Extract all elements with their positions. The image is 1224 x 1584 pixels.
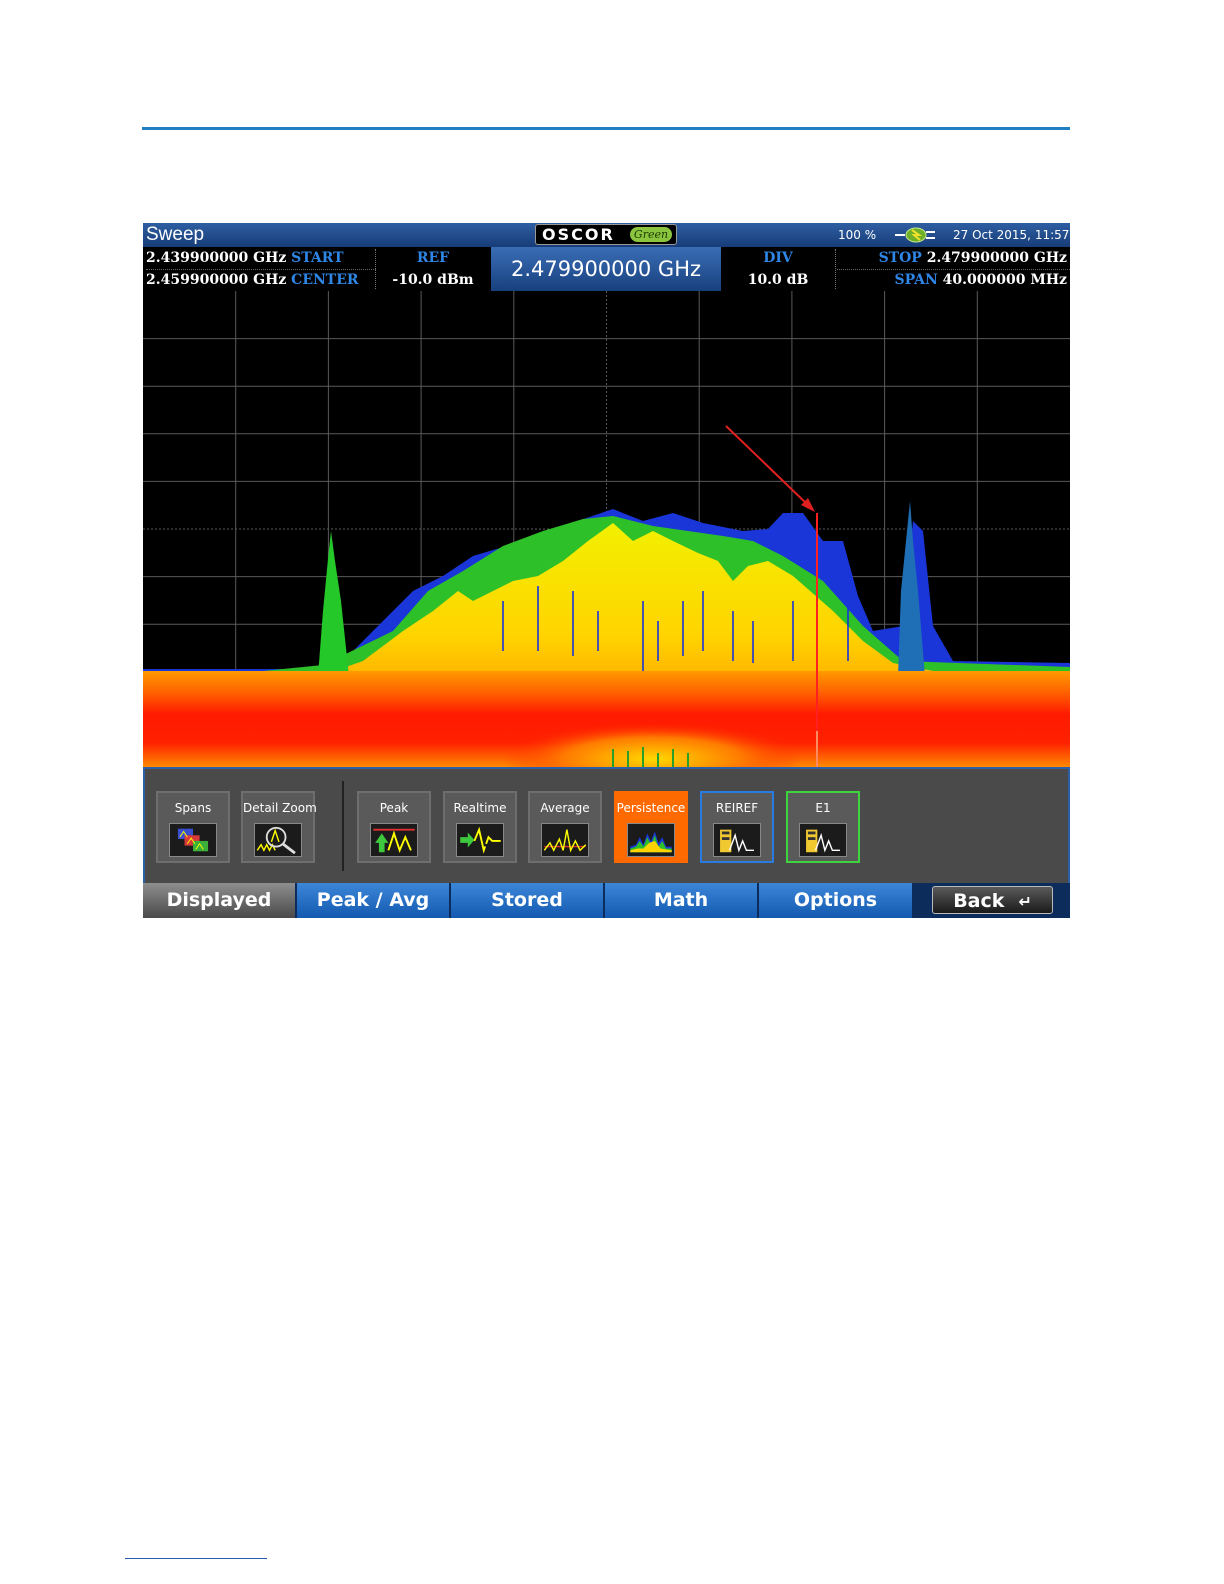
stored-trace-icon [713, 823, 761, 857]
spans-label: Spans [174, 801, 212, 815]
span-label: SPAN [894, 272, 938, 288]
tab-peak-avg[interactable]: Peak / Avg [297, 883, 451, 918]
logo-green-badge: Green [630, 227, 672, 242]
battery-level: 100 % [838, 228, 877, 242]
stored-trace-icon [799, 823, 847, 857]
date-time: 27 Oct 2015, 11:57 [953, 228, 1070, 242]
power-plug-icon [895, 227, 935, 243]
analyzer-screen: Sweep OSCOR Green 100 % 27 Oct 2015, 11:… [143, 223, 1070, 918]
spans-icon [169, 823, 217, 857]
average-trace-icon [541, 823, 589, 857]
logo-wordmark: OSCOR [542, 225, 615, 244]
e1-label: E1 [815, 801, 831, 815]
annotation-arrow [725, 425, 815, 512]
magnifier-icon [254, 823, 302, 857]
tab-options[interactable]: Options [759, 883, 914, 918]
reiref-button[interactable]: REIREF [700, 791, 774, 863]
stop-value: 2.479900000 GHz [926, 250, 1067, 266]
center-label: CENTER [291, 272, 359, 288]
stop-span-panel[interactable]: STOP 2.479900000 GHz SPAN 40.000000 MHz [837, 247, 1070, 291]
signal-spike-left [318, 531, 349, 676]
realtime-button[interactable]: Realtime [443, 791, 517, 863]
realtime-label: Realtime [453, 801, 507, 815]
div-value: 10.0 dB [747, 272, 809, 288]
persistence-label: Persistence [616, 801, 686, 815]
start-label: START [291, 250, 344, 266]
frequency-info-bar: 2.439900000 GHz START 2.459900000 GHz CE… [143, 247, 1070, 291]
start-value: 2.439900000 GHz [146, 250, 287, 266]
span-value: 40.000000 MHz [942, 272, 1067, 288]
persistence-icon [627, 823, 675, 857]
tab-displayed[interactable]: Displayed [143, 883, 297, 918]
mode-title: Sweep [146, 224, 205, 245]
page-header-rule [142, 127, 1070, 130]
peak-label: Peak [379, 801, 409, 815]
persistence-button[interactable]: Persistence [614, 791, 688, 863]
division-panel[interactable]: DIV 10.0 dB [723, 247, 833, 291]
center-value: 2.459900000 GHz [146, 272, 287, 288]
ref-label: REF [416, 250, 450, 266]
detail-zoom-label: Detail Zoom [243, 801, 317, 815]
detail-zoom-button[interactable]: Detail Zoom [241, 791, 317, 863]
spectrum-svg [143, 291, 1070, 767]
peak-button[interactable]: Peak [357, 791, 431, 863]
reference-level-panel[interactable]: REF -10.0 dBm [377, 247, 489, 291]
oscor-logo: OSCOR Green [535, 224, 677, 245]
tab-math[interactable]: Math [605, 883, 759, 918]
back-label: Back [953, 890, 1005, 912]
e1-button[interactable]: E1 [786, 791, 860, 863]
div-label: DIV [763, 250, 793, 266]
marker-frequency-readout[interactable]: 2.479900000 GHz [491, 247, 721, 291]
spans-button[interactable]: Spans [156, 791, 230, 863]
average-label: Average [540, 801, 590, 815]
title-bar: Sweep OSCOR Green 100 % 27 Oct 2015, 11:… [143, 223, 1070, 247]
ref-value: -10.0 dBm [392, 272, 474, 288]
spectrum-display[interactable] [143, 291, 1070, 767]
return-icon: ↵ [1018, 892, 1032, 911]
average-button[interactable]: Average [528, 791, 602, 863]
footnote-rule [125, 1558, 267, 1559]
reiref-label: REIREF [715, 801, 759, 815]
tab-stored[interactable]: Stored [451, 883, 605, 918]
toolbar-divider [342, 781, 344, 871]
realtime-trace-icon [456, 823, 504, 857]
bottom-tab-bar: Displayed Peak / Avg Stored Math Options… [143, 883, 1070, 918]
stop-label: STOP [878, 250, 922, 266]
start-center-panel[interactable]: 2.439900000 GHz START 2.459900000 GHz CE… [146, 247, 376, 291]
peak-trace-icon [370, 823, 418, 857]
back-button[interactable]: Back ↵ [932, 886, 1053, 914]
trace-toolbar: Spans Detail Zoom Peak Realtime Average … [143, 767, 1070, 883]
